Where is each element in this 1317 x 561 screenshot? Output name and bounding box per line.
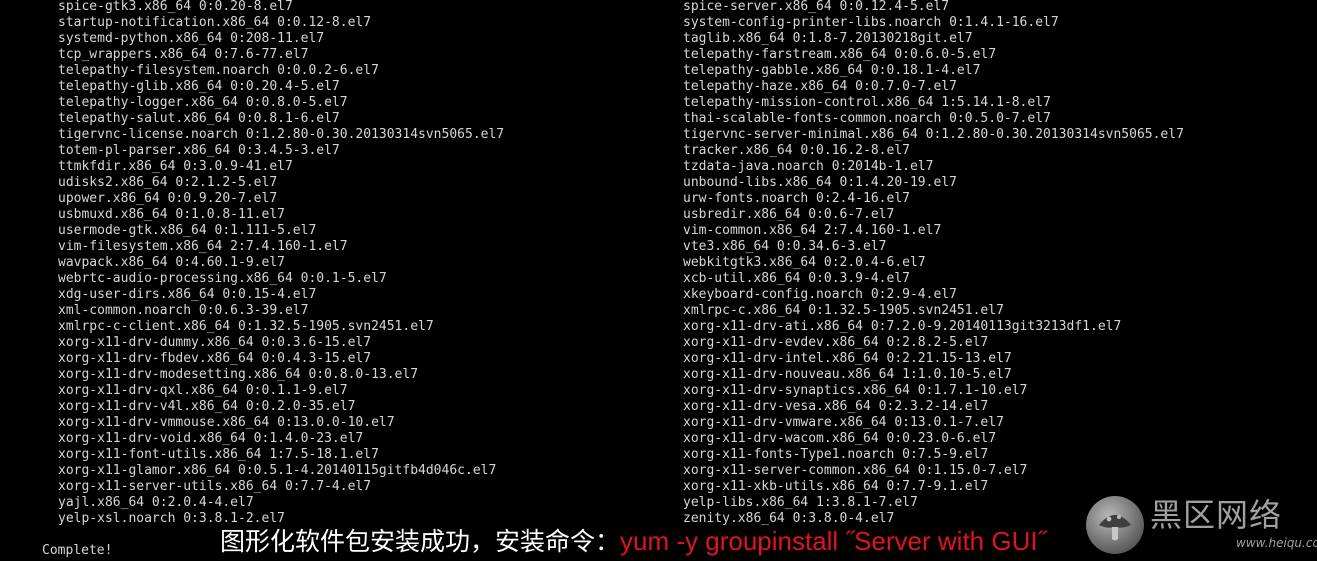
package-line: telepathy-salut.x86_64 0:0.8.1-6.el7 (58, 111, 340, 126)
package-line: xorg-x11-server-common.x86_64 0:1.15.0-7… (683, 463, 1028, 478)
package-line: startup-notification.x86_64 0:0.12-8.el7 (58, 15, 372, 30)
package-line: unbound-libs.x86_64 0:1.4.20-19.el7 (683, 175, 957, 190)
watermark-title: 黑区网络 (1150, 496, 1283, 534)
package-line: spice-gtk3.x86_64 0:0.20-8.el7 (58, 0, 293, 14)
package-line: tigervnc-server-minimal.x86_64 0:1.2.80-… (683, 127, 1184, 142)
package-line: xorg-x11-fonts-Type1.noarch 0:7.5-9.el7 (683, 447, 989, 462)
package-list-left: spice-gtk3.x86_64 0:0.20-8.el7 startup-no… (58, 0, 504, 527)
package-line: system-config-printer-libs.noarch 0:1.4.… (683, 15, 1059, 30)
package-line: xorg-x11-drv-dummy.x86_64 0:0.3.6-15.el7 (58, 335, 372, 350)
package-line: tcp_wrappers.x86_64 0:7.6-77.el7 (58, 47, 309, 62)
package-line: taglib.x86_64 0:1.8-7.20130218git.el7 (683, 31, 973, 46)
package-line: xorg-x11-drv-wacom.x86_64 0:0.23.0-6.el7 (683, 431, 997, 446)
package-line: xdg-user-dirs.x86_64 0:0.15-4.el7 (58, 287, 317, 302)
package-line: xorg-x11-font-utils.x86_64 1:7.5-18.1.el… (58, 447, 379, 462)
package-line: vte3.x86_64 0:0.34.6-3.el7 (683, 239, 887, 254)
package-line: xorg-x11-glamor.x86_64 0:0.5.1-4.2014011… (58, 463, 497, 478)
package-line: xml-common.noarch 0:0.6.3-39.el7 (58, 303, 309, 318)
caption-chinese-text: 图形化软件包安装成功，安装命令： (220, 527, 621, 556)
package-line: totem-pl-parser.x86_64 0:3.4.5-3.el7 (58, 143, 340, 158)
package-line: xorg-x11-drv-nouveau.x86_64 1:1.0.10-5.e… (683, 367, 1012, 382)
caption-command-text: yum -y groupinstall ˝Server with GUI˝ (620, 526, 1047, 556)
package-line: thai-scalable-fonts-common.noarch 0:0.5.… (683, 111, 1051, 126)
package-line: telepathy-glib.x86_64 0:0.20.4-5.el7 (58, 79, 340, 94)
package-line: telepathy-haze.x86_64 0:0.7.0-7.el7 (683, 79, 957, 94)
package-line: udisks2.x86_64 0:2.1.2-5.el7 (58, 175, 278, 190)
complete-status-line: Complete! (42, 543, 113, 558)
package-line: xmlrpc-c-client.x86_64 0:1.32.5-1905.svn… (58, 319, 434, 334)
package-line: xorg-x11-drv-ati.x86_64 0:7.2.0-9.201401… (683, 319, 1122, 334)
site-watermark: 黑区网络 www.heiqu.com (1086, 494, 1317, 558)
package-line: vim-filesystem.x86_64 2:7.4.160-1.el7 (58, 239, 348, 254)
package-line: telepathy-mission-control.x86_64 1:5.14.… (683, 95, 1051, 110)
package-line: xorg-x11-drv-vmmouse.x86_64 0:13.0.0-10.… (58, 415, 395, 430)
package-line: xmlrpc-c.x86_64 0:1.32.5-1905.svn2451.el… (683, 303, 1004, 318)
package-line: xorg-x11-server-utils.x86_64 0:7.7-4.el7 (58, 479, 372, 494)
package-line: xorg-x11-drv-v4l.x86_64 0:0.2.0-35.el7 (58, 399, 356, 414)
package-line: xorg-x11-drv-intel.x86_64 0:2.21.15-13.e… (683, 351, 1012, 366)
mushroom-logo-icon (1086, 496, 1144, 554)
package-line: urw-fonts.noarch 0:2.4-16.el7 (683, 191, 910, 206)
package-line: yajl.x86_64 0:2.0.4-4.el7 (58, 495, 254, 510)
package-line: spice-server.x86_64 0:0.12.4-5.el7 (683, 0, 950, 14)
package-line: usbredir.x86_64 0:0.6-7.el7 (683, 207, 895, 222)
terminal-screen: spice-gtk3.x86_64 0:0.20-8.el7 startup-no… (0, 0, 1317, 561)
package-line: upower.x86_64 0:0.9.20-7.el7 (58, 191, 278, 206)
package-line: usbmuxd.x86_64 0:1.0.8-11.el7 (58, 207, 285, 222)
package-line: wavpack.x86_64 0:4.60.1-9.el7 (58, 255, 285, 270)
package-list-right: spice-server.x86_64 0:0.12.4-5.el7 system… (683, 0, 1184, 527)
package-line: xorg-x11-xkb-utils.x86_64 0:7.7-9.1.el7 (683, 479, 989, 494)
package-line: systemd-python.x86_64 0:208-11.el7 (58, 31, 325, 46)
package-line: xkeyboard-config.noarch 0:2.9-4.el7 (683, 287, 957, 302)
package-line: xorg-x11-drv-evdev.x86_64 0:2.8.2-5.el7 (683, 335, 989, 350)
package-line: tigervnc-license.noarch 0:1.2.80-0.30.20… (58, 127, 505, 142)
package-line: xorg-x11-drv-modesetting.x86_64 0:0.8.0-… (58, 367, 419, 382)
package-line: xcb-util.x86_64 0:0.3.9-4.el7 (683, 271, 910, 286)
package-line: ttmkfdir.x86_64 0:3.0.9-41.el7 (58, 159, 293, 174)
package-line: xorg-x11-drv-void.x86_64 0:1.4.0-23.el7 (58, 431, 364, 446)
package-line: telepathy-logger.x86_64 0:0.8.0-5.el7 (58, 95, 348, 110)
package-line: xorg-x11-drv-synaptics.x86_64 0:1.7.1-10… (683, 383, 1028, 398)
package-line: tzdata-java.noarch 0:2014b-1.el7 (683, 159, 934, 174)
package-line: tracker.x86_64 0:0.16.2-8.el7 (683, 143, 910, 158)
package-line: xorg-x11-drv-qxl.x86_64 0:0.1.1-9.el7 (58, 383, 348, 398)
package-line: telepathy-gabble.x86_64 0:0.18.1-4.el7 (683, 63, 981, 78)
package-line: telepathy-filesystem.noarch 0:0.0.2-6.el… (58, 63, 379, 78)
package-line: xorg-x11-drv-fbdev.x86_64 0:0.4.3-15.el7 (58, 351, 372, 366)
package-line: webrtc-audio-processing.x86_64 0:0.1-5.e… (58, 271, 387, 286)
package-line: vim-common.x86_64 2:7.4.160-1.el7 (683, 223, 942, 238)
package-line: telepathy-farstream.x86_64 0:0.6.0-5.el7 (683, 47, 997, 62)
package-line: xorg-x11-drv-vesa.x86_64 0:2.3.2-14.el7 (683, 399, 989, 414)
package-line: usermode-gtk.x86_64 0:1.111-5.el7 (58, 223, 317, 238)
install-caption: 图形化软件包安装成功，安装命令：yum -y groupinstall ˝Ser… (220, 524, 1046, 558)
watermark-url: www.heiqu.com (1236, 536, 1317, 550)
package-line: xorg-x11-drv-vmware.x86_64 0:13.0.1-7.el… (683, 415, 1004, 430)
package-line: webkitgtk3.x86_64 0:2.0.4-6.el7 (683, 255, 926, 270)
